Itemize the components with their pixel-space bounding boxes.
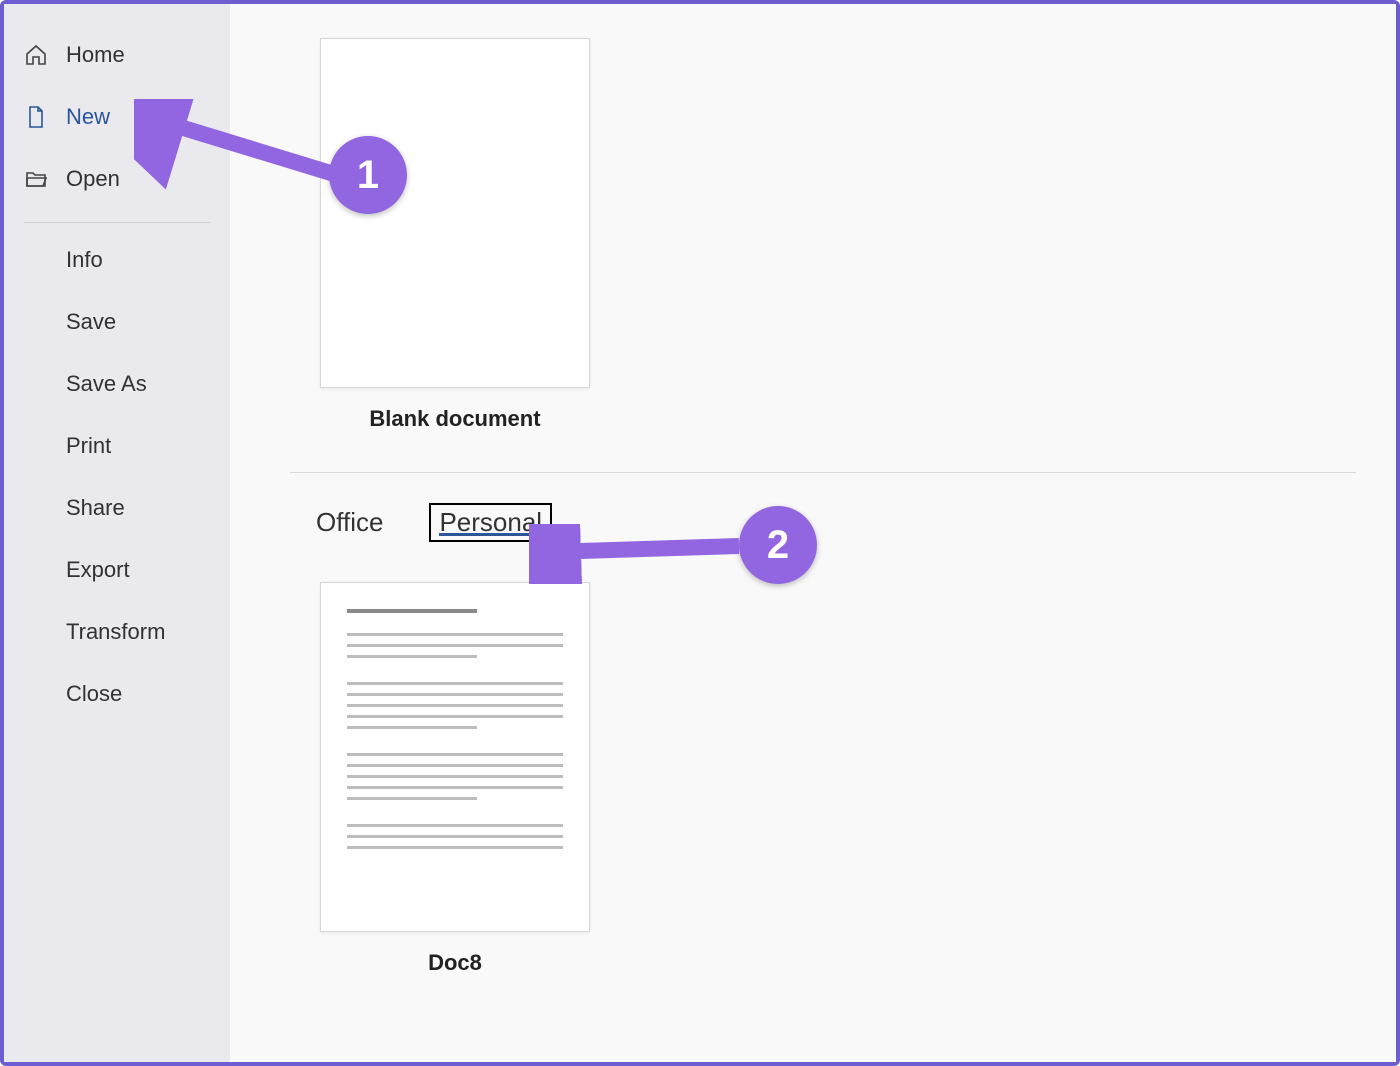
template-preview-doc8 [320,582,590,932]
sidebar-item-label: Transform [66,619,165,645]
tab-label: Office [316,507,383,537]
new-doc-icon [24,105,54,129]
sidebar-item-label: Save [66,309,116,335]
open-folder-icon [24,167,54,191]
sidebar-item-label: Home [66,42,125,68]
backstage-sidebar: Home New Open Info Save Save As Print [4,4,230,1062]
sidebar-item-label: Export [66,557,130,583]
sidebar-item-print[interactable]: Print [4,415,230,477]
sidebar-item-label: Share [66,495,125,521]
sidebar-item-close[interactable]: Close [4,663,230,725]
template-doc8[interactable]: Doc8 [320,582,590,976]
sidebar-item-label: Save As [66,371,147,397]
tab-office[interactable]: Office [310,503,389,542]
sidebar-item-export[interactable]: Export [4,539,230,601]
template-label: Blank document [369,406,540,432]
template-label: Doc8 [428,950,482,976]
template-blank-document[interactable]: Blank document [320,38,590,432]
sidebar-item-share[interactable]: Share [4,477,230,539]
template-category-tabs: Office Personal [310,503,1356,542]
tab-personal[interactable]: Personal [429,503,552,542]
sidebar-item-open[interactable]: Open [4,148,230,210]
annotation-badge-2: 2 [739,506,817,584]
sidebar-item-new[interactable]: New [4,86,230,148]
sidebar-divider [24,222,210,223]
annotation-badge-label: 2 [767,523,789,568]
annotation-badge-1: 1 [329,136,407,214]
section-divider [290,472,1356,473]
sidebar-item-info[interactable]: Info [4,229,230,291]
sidebar-item-label: Info [66,247,103,273]
sidebar-item-label: New [66,104,110,130]
sidebar-item-label: Print [66,433,111,459]
sidebar-item-save-as[interactable]: Save As [4,353,230,415]
tab-active-underline [439,533,542,536]
home-icon [24,43,54,67]
app-frame: Home New Open Info Save Save As Print [0,0,1400,1066]
annotation-badge-label: 1 [357,153,379,198]
sidebar-item-transform[interactable]: Transform [4,601,230,663]
sidebar-item-label: Close [66,681,122,707]
sidebar-item-home[interactable]: Home [4,24,230,86]
sidebar-item-save[interactable]: Save [4,291,230,353]
sidebar-item-label: Open [66,166,120,192]
